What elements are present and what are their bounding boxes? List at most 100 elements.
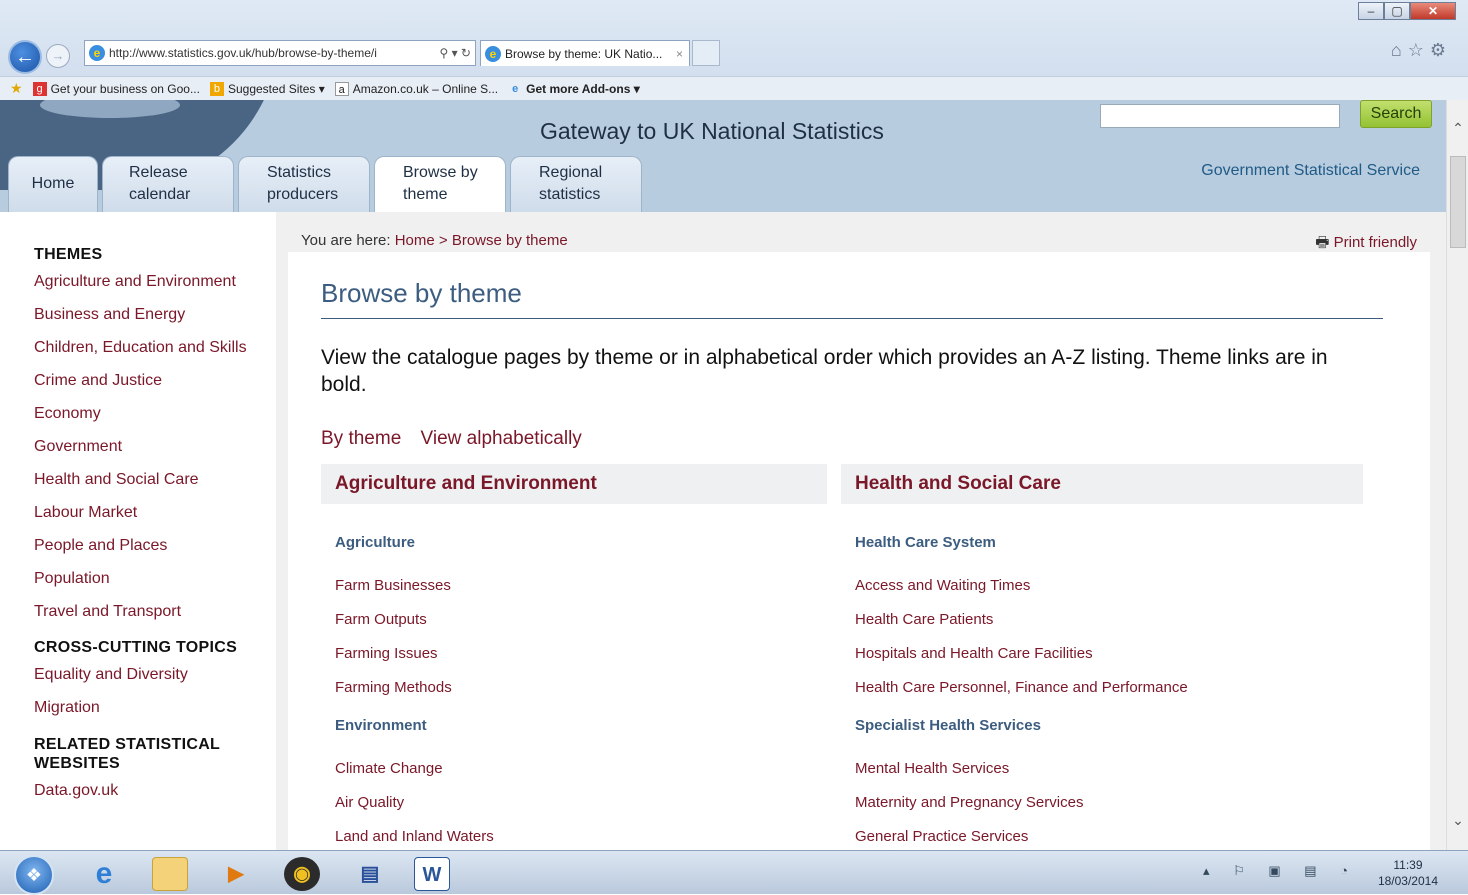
sidebar-link-data-gov-uk[interactable]: Data.gov.uk (34, 781, 276, 814)
file-explorer-icon[interactable] (152, 857, 188, 891)
theme-heading-health-social-care[interactable]: Health and Social Care (841, 464, 1363, 504)
search-button[interactable]: Search (1360, 100, 1432, 128)
theme-heading-agriculture-environment[interactable]: Agriculture and Environment (321, 464, 827, 504)
subtheme-environment[interactable]: Environment (321, 717, 827, 734)
breadcrumb-separator: > (434, 232, 452, 249)
nav-tab-label: producers (267, 186, 339, 203)
sidebar-link-children-education-skills[interactable]: Children, Education and Skills (34, 338, 276, 371)
nav-tab-home[interactable]: Home (8, 156, 98, 212)
favorites-star-icon[interactable]: ★ (10, 80, 23, 97)
topic-maternity-pregnancy-services[interactable]: Maternity and Pregnancy Services (841, 794, 1363, 828)
related-websites-heading: RELATED STATISTICAL WEBSITES (34, 735, 276, 773)
topic-general-practice-services[interactable]: General Practice Services (841, 828, 1363, 850)
breadcrumb: You are here: Home > Browse by theme (301, 232, 568, 249)
topic-farming-issues[interactable]: Farming Issues (321, 645, 827, 679)
home-favorites-tools-icons[interactable]: ⌂☆⚙ (1391, 40, 1452, 61)
page-title: Browse by theme (321, 278, 522, 308)
sidebar-link-labour-market[interactable]: Labour Market (34, 503, 276, 536)
favorite-item-google[interactable]: g Get your business on Goo... (32, 81, 200, 96)
main-navigation: Home Release calendar Statistics produce… (8, 156, 646, 212)
topic-access-waiting-times[interactable]: Access and Waiting Times (841, 577, 1363, 611)
breadcrumb-current[interactable]: Browse by theme (452, 232, 568, 249)
sidebar-link-crime-justice[interactable]: Crime and Justice (34, 371, 276, 404)
favorite-label: Get your business on Goo... (50, 81, 200, 96)
address-bar[interactable]: e http://www.statistics.gov.uk/hub/brows… (84, 40, 476, 66)
browser-tab[interactable]: e Browse by theme: UK Natio... × (480, 40, 690, 66)
scroll-up-icon[interactable]: ⌃ (1447, 120, 1468, 140)
back-button[interactable]: ← (8, 40, 42, 74)
nav-tab-statistics-producers[interactable]: Statistics producers (238, 156, 370, 212)
view-alphabetically-link[interactable]: View alphabetically (421, 428, 582, 449)
favorite-item-addons[interactable]: e Get more Add-ons ▾ (508, 82, 640, 96)
sidebar-link-people-places[interactable]: People and Places (34, 536, 276, 569)
tab-close-icon[interactable]: × (670, 47, 689, 61)
start-button[interactable]: ❖ (14, 855, 54, 895)
address-controls[interactable]: ⚲ ▾ ↻ (435, 46, 475, 60)
gss-link[interactable]: Government Statistical Service (1201, 162, 1420, 180)
sidebar-link-health-social-care[interactable]: Health and Social Care (34, 470, 276, 503)
forward-button[interactable]: → (46, 44, 70, 68)
sidebar-link-population[interactable]: Population (34, 569, 276, 602)
scroll-thumb[interactable] (1450, 156, 1466, 248)
audio-app-icon[interactable]: ◉ (284, 857, 320, 891)
sidebar-link-economy[interactable]: Economy (34, 404, 276, 437)
clock-time: 11:39 (1393, 858, 1423, 872)
nav-tab-label: Release (129, 164, 188, 181)
nav-tab-label: Statistics (267, 164, 332, 181)
topic-climate-change[interactable]: Climate Change (321, 760, 827, 794)
amazon-icon: a (334, 81, 349, 96)
print-friendly-label: Print friendly (1333, 234, 1417, 251)
network-app-icon[interactable]: ▤ (352, 857, 388, 891)
subtheme-agriculture[interactable]: Agriculture (321, 534, 827, 551)
nav-tab-label: Browse by (403, 164, 478, 181)
url-text[interactable]: http://www.statistics.gov.uk/hub/browse-… (109, 46, 435, 60)
related-heading-line: RELATED STATISTICAL (34, 736, 221, 753)
content-panel: Browse by theme View the catalogue pages… (288, 252, 1430, 850)
minimize-button[interactable]: – (1358, 2, 1384, 20)
system-clock[interactable]: 11:39 18/03/2014 (1378, 857, 1438, 889)
sidebar-link-agriculture-environment[interactable]: Agriculture and Environment (34, 272, 276, 305)
system-tray-icons[interactable]: ▴ ⚐ ▣ ▤ ◔ (1203, 863, 1358, 879)
themes-heading: THEMES (34, 246, 103, 263)
nav-tab-browse-by-theme[interactable]: Browse by theme (374, 156, 506, 212)
sidebar-link-travel-transport[interactable]: Travel and Transport (34, 602, 276, 635)
windows-taskbar: ❖ e ▶ ◉ ▤ W ▴ ⚐ ▣ ▤ ◔ 11:39 18/03/2014 (0, 850, 1468, 895)
subtheme-health-care-system[interactable]: Health Care System (841, 534, 1363, 551)
topic-mental-health-services[interactable]: Mental Health Services (841, 760, 1363, 794)
vertical-scrollbar[interactable]: ⌃ ⌄ (1446, 100, 1468, 850)
topic-farming-methods[interactable]: Farming Methods (321, 679, 827, 713)
maximize-button[interactable]: ▢ (1384, 2, 1410, 20)
view-mode-links: By theme View alphabetically (321, 428, 596, 450)
topic-farm-businesses[interactable]: Farm Businesses (321, 577, 827, 611)
topic-health-care-patients[interactable]: Health Care Patients (841, 611, 1363, 645)
favorite-item-suggested-sites[interactable]: b Suggested Sites ▾ (209, 81, 325, 96)
media-player-icon[interactable]: ▶ (218, 857, 254, 891)
topic-land-inland-waters[interactable]: Land and Inland Waters (321, 828, 827, 850)
nav-tab-release-calendar[interactable]: Release calendar (102, 156, 234, 212)
site-title: Gateway to UK National Statistics (540, 118, 884, 144)
breadcrumb-home-link[interactable]: Home (395, 232, 435, 249)
site-header: Gateway to UK National Statistics Search… (0, 100, 1446, 212)
topic-personnel-finance-performance[interactable]: Health Care Personnel, Finance and Perfo… (841, 679, 1363, 713)
view-by-theme-link[interactable]: By theme (321, 428, 401, 449)
favorite-item-amazon[interactable]: a Amazon.co.uk – Online S... (334, 81, 498, 96)
nav-tab-regional-statistics[interactable]: Regional statistics (510, 156, 642, 212)
topic-farm-outputs[interactable]: Farm Outputs (321, 611, 827, 645)
internet-explorer-icon[interactable]: e (86, 857, 122, 891)
nav-tab-label: statistics (539, 186, 601, 203)
search-input[interactable] (1100, 104, 1340, 128)
sidebar-link-business-energy[interactable]: Business and Energy (34, 305, 276, 338)
favorite-label: Get more Add-ons ▾ (526, 81, 640, 96)
topic-hospitals-facilities[interactable]: Hospitals and Health Care Facilities (841, 645, 1363, 679)
topic-air-quality[interactable]: Air Quality (321, 794, 827, 828)
sidebar-link-government[interactable]: Government (34, 437, 276, 470)
scroll-down-icon[interactable]: ⌄ (1447, 812, 1468, 832)
close-window-button[interactable]: ✕ (1410, 2, 1456, 20)
favorite-label: Suggested Sites ▾ (227, 81, 325, 96)
new-tab-button[interactable] (692, 40, 720, 66)
sidebar-link-migration[interactable]: Migration (34, 698, 276, 731)
subtheme-specialist-health-services[interactable]: Specialist Health Services (841, 717, 1363, 734)
sidebar-link-equality-diversity[interactable]: Equality and Diversity (34, 665, 276, 698)
tab-ie-icon: e (485, 45, 501, 62)
microsoft-word-icon[interactable]: W (414, 857, 450, 891)
